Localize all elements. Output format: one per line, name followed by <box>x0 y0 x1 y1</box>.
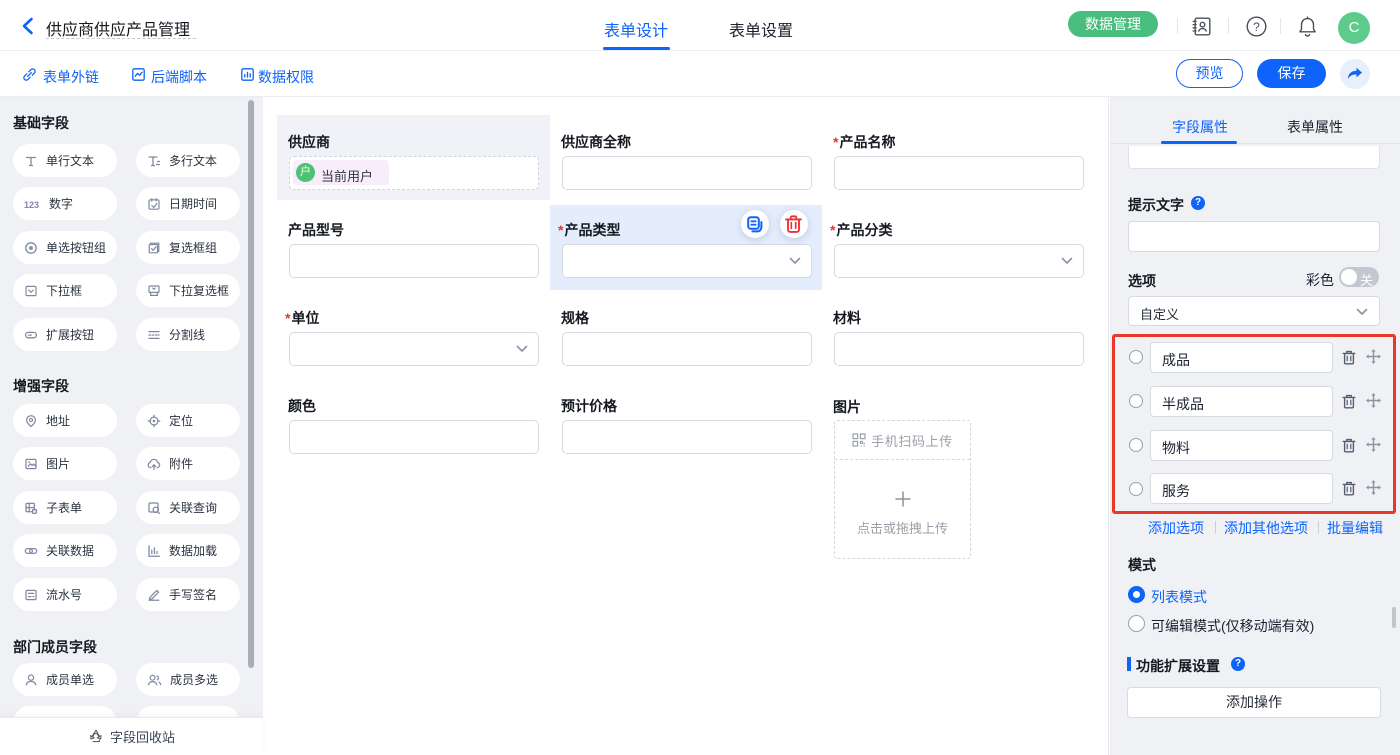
svg-text:?: ? <box>1253 20 1260 34</box>
svg-text:123: 123 <box>24 200 39 210</box>
